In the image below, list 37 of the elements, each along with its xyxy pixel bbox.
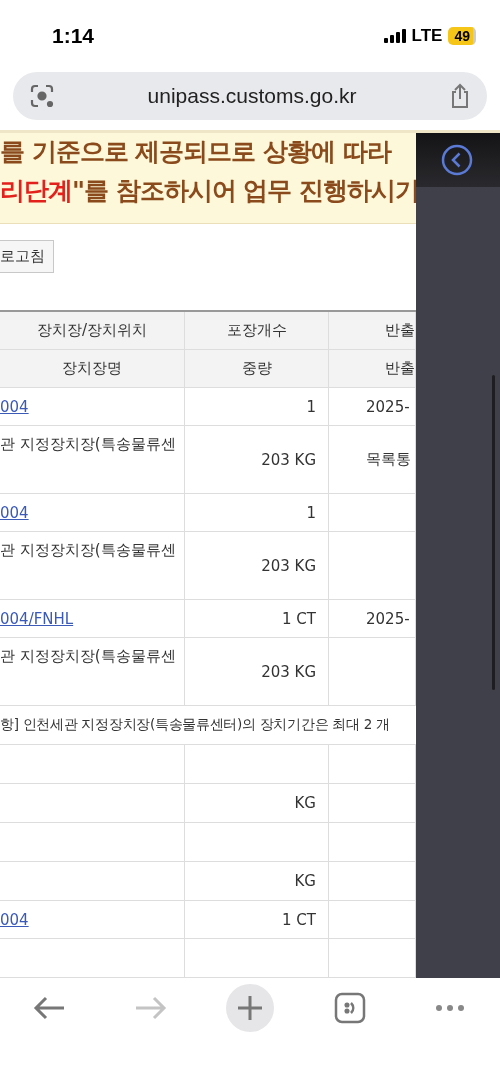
notice-line: 리단계"를 참조하시어 업무 진행하시기: [0, 175, 416, 207]
cargo-number-link[interactable]: 004/FNHL: [0, 609, 74, 628]
smiley-square-icon[interactable]: [334, 992, 366, 1024]
table-cell: 1 CT: [185, 901, 329, 939]
storage-name: 관 지정장치장(특송물류센: [0, 435, 176, 454]
table-cell: 1: [185, 494, 329, 532]
table-cell: 1: [185, 388, 329, 426]
signal-icon: [383, 29, 406, 43]
cargo-number-link[interactable]: 004: [0, 910, 29, 929]
table-cell: 2025-: [329, 388, 416, 426]
network-label: LTE: [411, 26, 443, 46]
back-arrow-icon[interactable]: [33, 995, 67, 1021]
table-cell: 203 KG: [185, 426, 329, 494]
more-icon[interactable]: [435, 1004, 465, 1012]
url-text: unipass.customs.go.kr: [147, 84, 357, 108]
new-tab-button[interactable]: [226, 984, 274, 1032]
table-cell: 2025-: [329, 600, 416, 638]
share-icon[interactable]: [449, 83, 471, 109]
table-cell: 목록통: [329, 426, 416, 494]
storage-name: 관 지정장치장(특송물류센: [0, 541, 176, 560]
table-cell: 1 CT: [185, 600, 329, 638]
storage-name: 관 지정장치장(특송물류센: [0, 647, 176, 666]
table-cell: KG: [185, 784, 329, 823]
address-bar[interactable]: unipass.customs.go.kr: [13, 72, 487, 120]
table-cell: 203 KG: [185, 532, 329, 600]
back-icon[interactable]: [441, 144, 473, 176]
cargo-number-link[interactable]: 004: [0, 503, 29, 522]
refresh-button[interactable]: 로고침: [0, 240, 54, 273]
table-cell: 203 KG: [185, 638, 329, 706]
notice-line: 를 기준으로 제공되므로 상황에 따라: [0, 136, 393, 168]
battery-indicator: 49: [448, 27, 476, 45]
scrollbar[interactable]: [492, 375, 495, 690]
camera-search-icon[interactable]: [29, 83, 55, 109]
table-cell: KG: [185, 862, 329, 901]
plus-icon[interactable]: [237, 995, 263, 1021]
cargo-number-link[interactable]: 004: [0, 397, 29, 416]
clock: 1:14: [52, 24, 95, 48]
